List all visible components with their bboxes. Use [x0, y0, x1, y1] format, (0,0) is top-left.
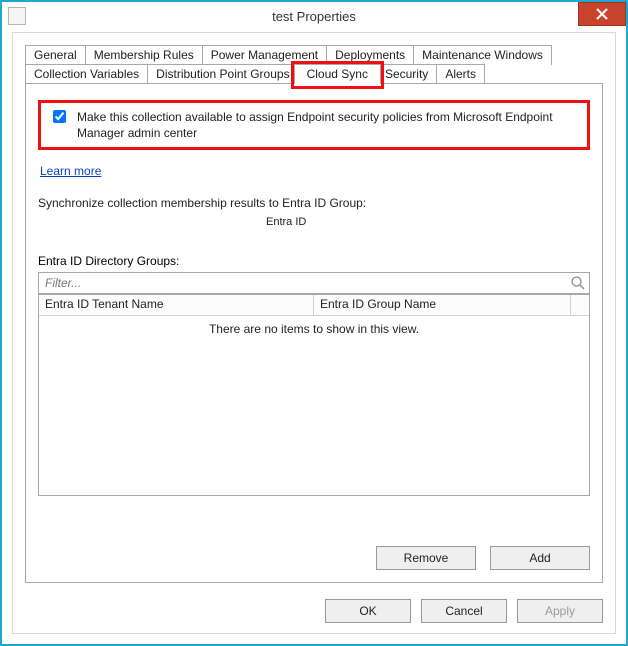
remove-button[interactable]: Remove — [376, 546, 476, 570]
add-button[interactable]: Add — [490, 546, 590, 570]
learn-more-link[interactable]: Learn more — [40, 164, 101, 178]
directory-groups-label: Entra ID Directory Groups: — [38, 254, 590, 268]
tab-panel-cloud-sync: Make this collection available to assign… — [25, 83, 603, 583]
groups-table[interactable]: Entra ID Tenant Name Entra ID Group Name… — [38, 294, 590, 496]
tab-collection-variables[interactable]: Collection Variables — [25, 64, 148, 84]
sync-membership-label: Synchronize collection membership result… — [38, 196, 590, 210]
col-group-name[interactable]: Entra ID Group Name — [314, 295, 571, 315]
endpoint-security-label: Make this collection available to assign… — [77, 109, 579, 141]
table-header: Entra ID Tenant Name Entra ID Group Name — [39, 295, 589, 316]
cancel-button[interactable]: Cancel — [421, 599, 507, 623]
window-frame: test Properties General Membership Rules… — [0, 0, 628, 646]
titlebar: test Properties — [2, 2, 626, 30]
tab-strip: General Membership Rules Power Managemen… — [25, 45, 603, 583]
tab-distribution-point-groups[interactable]: Distribution Point Groups — [147, 64, 294, 84]
filter-input[interactable] — [38, 272, 590, 294]
dialog-button-row: OK Cancel Apply — [325, 599, 603, 623]
entra-id-small-label: Entra ID — [266, 216, 306, 228]
ok-button[interactable]: OK — [325, 599, 411, 623]
tab-membership-rules[interactable]: Membership Rules — [85, 45, 203, 65]
close-icon — [596, 8, 608, 20]
endpoint-security-checkbox[interactable] — [53, 110, 66, 123]
dialog-body: General Membership Rules Power Managemen… — [12, 32, 616, 634]
table-empty-message: There are no items to show in this view. — [39, 316, 589, 336]
apply-button[interactable]: Apply — [517, 599, 603, 623]
tab-alerts[interactable]: Alerts — [436, 64, 485, 84]
filter-wrap — [38, 272, 590, 294]
tab-general[interactable]: General — [25, 45, 86, 65]
tab-cloud-sync[interactable]: Cloud Sync — [294, 64, 381, 84]
close-button[interactable] — [578, 2, 626, 26]
tab-security[interactable]: Security — [380, 64, 437, 84]
window-title: test Properties — [2, 9, 626, 24]
endpoint-security-highlight: Make this collection available to assign… — [38, 100, 590, 150]
table-button-row: Remove Add — [376, 546, 590, 570]
col-tenant-name[interactable]: Entra ID Tenant Name — [39, 295, 314, 315]
system-icon — [8, 7, 26, 25]
col-spacer — [571, 295, 589, 315]
tab-maintenance-windows[interactable]: Maintenance Windows — [413, 45, 552, 65]
